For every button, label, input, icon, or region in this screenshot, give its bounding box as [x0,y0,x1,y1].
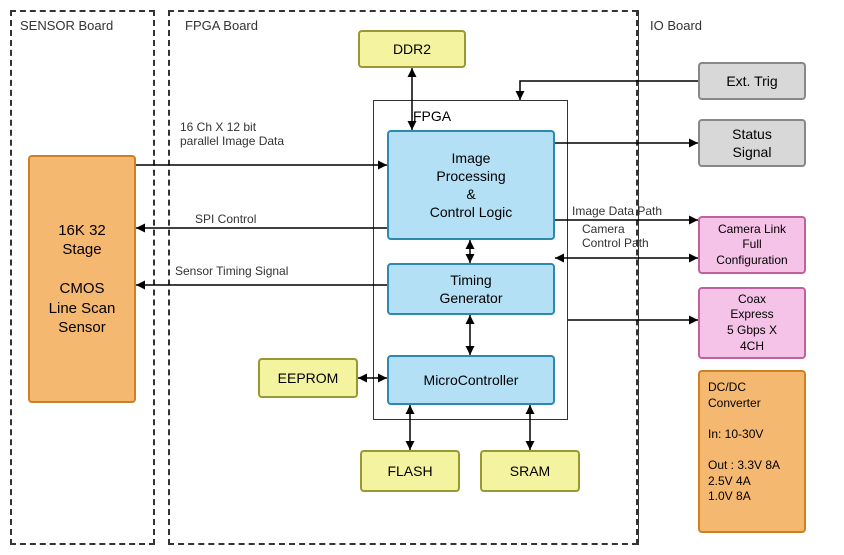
imgproc-block: Image Processing & Control Logic [387,130,555,240]
dcdc-block: DC/DC Converter In: 10-30V Out : 3.3V 8A… [698,370,806,533]
exttrig-block: Ext. Trig [698,62,806,100]
flash-block: FLASH [360,450,460,492]
sram-block: SRAM [480,450,580,492]
imgdata-label: 16 Ch X 12 bit parallel Image Data [180,120,284,149]
fpga-board-label: FPGA Board [185,18,258,33]
sensor-block: 16K 32 Stage CMOS Line Scan Sensor [28,155,136,403]
timing-block: Timing Generator [387,263,555,315]
timing-sig-label: Sensor Timing Signal [175,264,288,278]
eeprom-block: EEPROM [258,358,358,398]
ddr2-block: DDR2 [358,30,466,68]
camctrl-label: Camera Control Path [582,222,649,251]
io-board-label: IO Board [650,18,702,33]
imgpath-label: Image Data Path [572,204,662,218]
fpga-inner-label: FPGA [413,108,451,124]
spi-label: SPI Control [195,212,256,226]
mcu-block: MicroController [387,355,555,405]
coax-block: Coax Express 5 Gbps X 4CH [698,287,806,359]
sensor-board-label: SENSOR Board [20,18,113,33]
camlink-block: Camera Link Full Configuration [698,216,806,274]
status-block: Status Signal [698,119,806,167]
io-board-divider [638,10,639,545]
